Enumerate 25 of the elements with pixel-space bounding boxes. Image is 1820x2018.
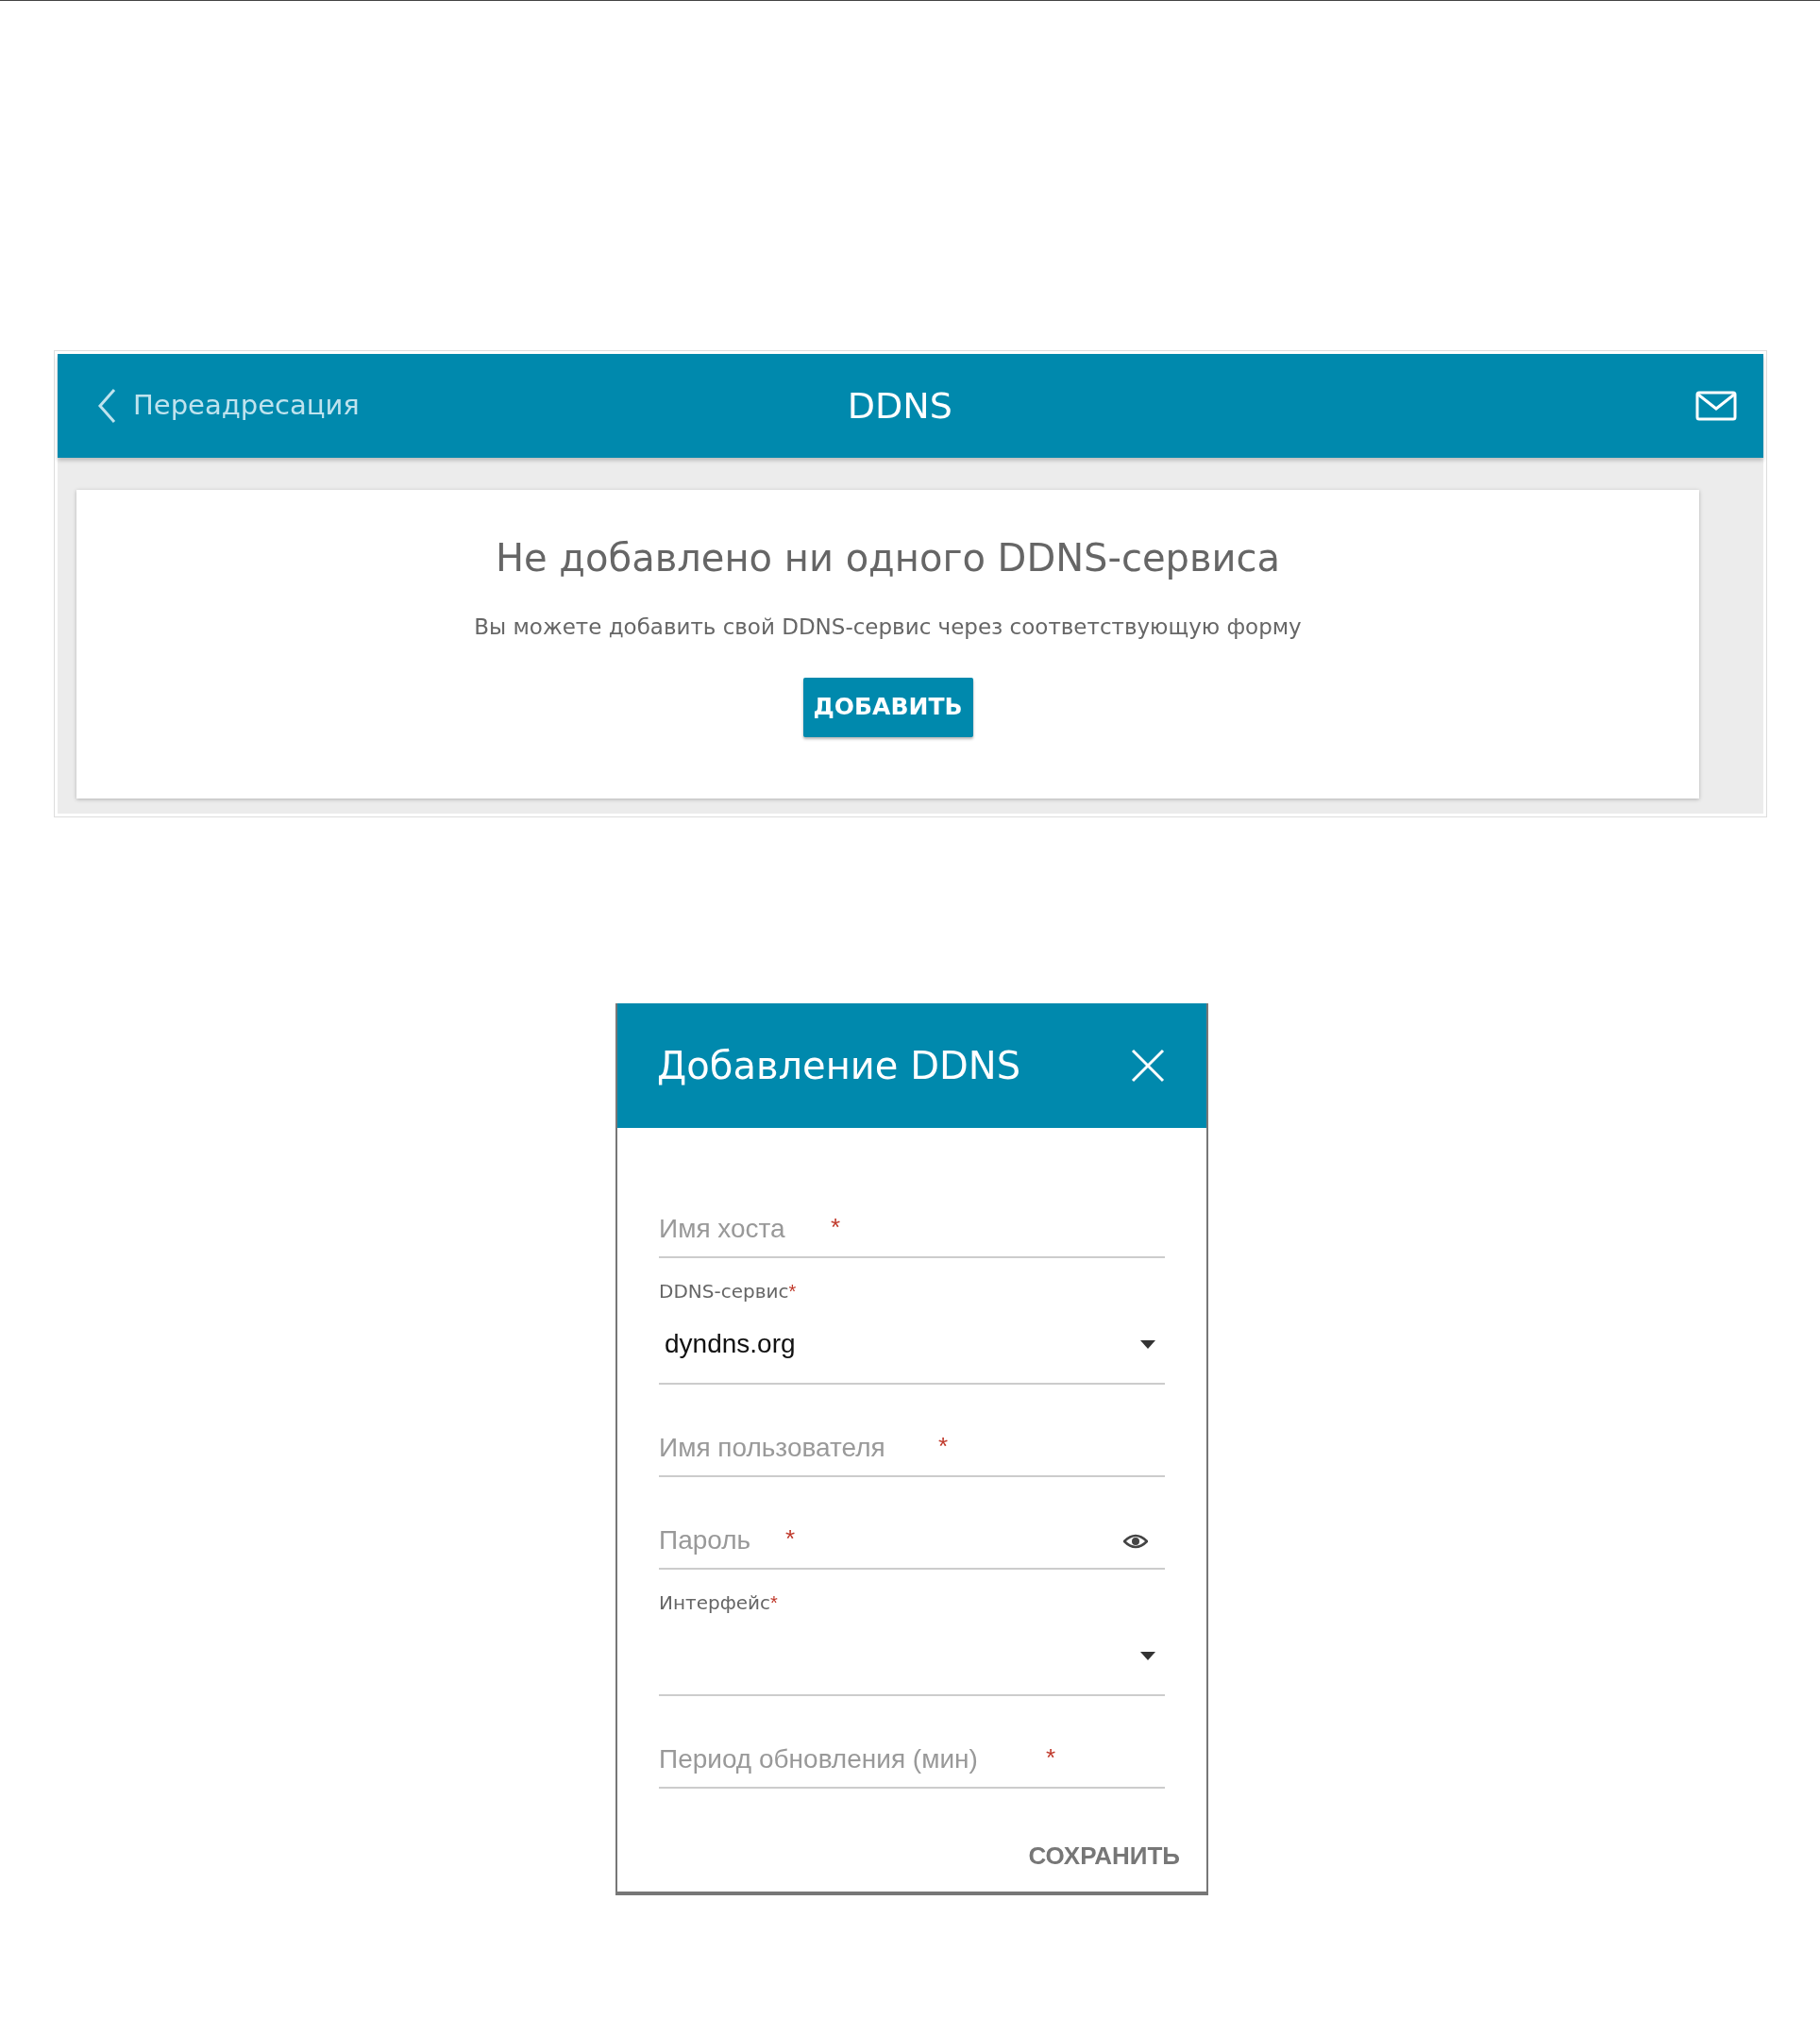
- password-field[interactable]: Пароль: [659, 1521, 785, 1560]
- empty-state-title: Не добавлено ни одного DDNS-сервиса: [495, 535, 1280, 581]
- caret-icon: [1140, 1651, 1155, 1660]
- input-field[interactable]: Имя хоста: [659, 1209, 831, 1249]
- caret-icon: [1140, 1339, 1155, 1349]
- required-mark: *: [770, 1591, 778, 1615]
- page-title: DDNS: [846, 383, 953, 429]
- field-label: DDNS-сервис: [659, 1279, 789, 1304]
- close-icon[interactable]: [1129, 1047, 1167, 1085]
- required-mark: *: [1046, 1742, 1056, 1774]
- save-button[interactable]: СОХРАНИТЬ: [1028, 1838, 1180, 1875]
- add-button[interactable]: ДОБАВИТЬ: [802, 677, 973, 737]
- required-mark: *: [785, 1523, 796, 1555]
- mail-icon[interactable]: [1695, 391, 1737, 421]
- dialog-title: Добавление DDNS: [657, 1043, 1021, 1089]
- empty-state-text: Вы можете добавить свой DDNS-сервис через соответствующую форму: [474, 614, 1302, 641]
- input-field[interactable]: Период обновления (мин): [659, 1740, 1046, 1779]
- required-mark: *: [788, 1280, 797, 1303]
- input-field[interactable]: Имя пользователя: [659, 1428, 938, 1468]
- required-mark: *: [938, 1431, 949, 1462]
- field-label: Интерфейс: [659, 1590, 771, 1616]
- eye-icon[interactable]: [1123, 1534, 1148, 1549]
- select-field[interactable]: dyndns.org: [659, 1305, 1165, 1385]
- required-mark: *: [831, 1212, 841, 1243]
- back-link[interactable]: Переадресация: [97, 385, 360, 427]
